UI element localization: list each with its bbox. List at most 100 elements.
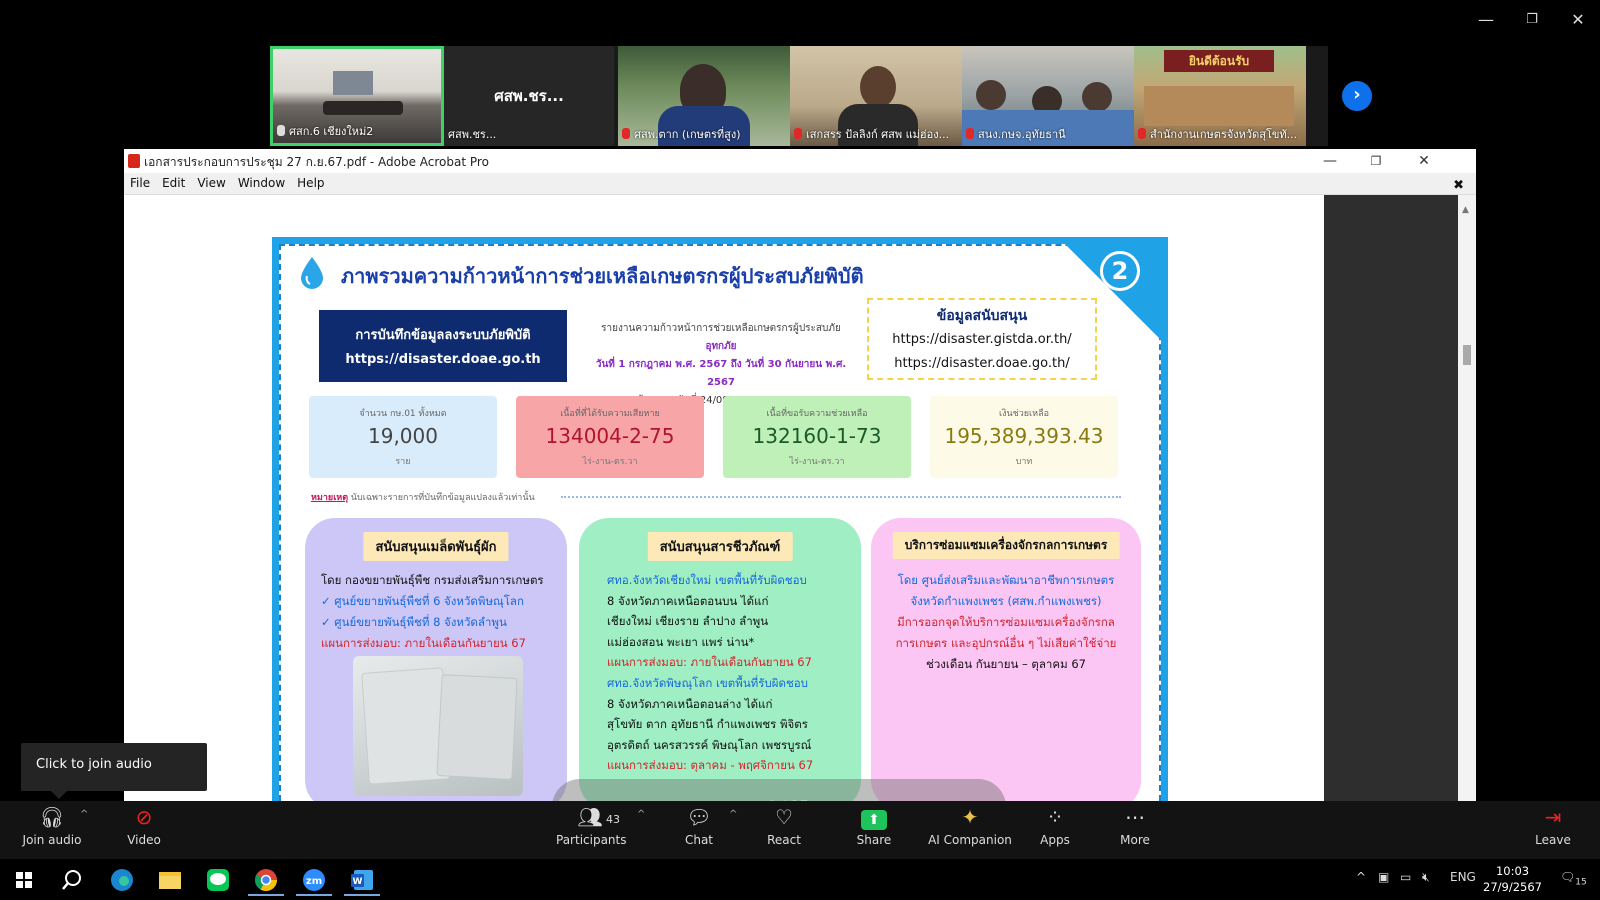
search-button[interactable] (54, 864, 90, 896)
card-line: แผนการส่งมอบ: ตุลาคม - พฤศจิกายน 67 (607, 758, 814, 773)
folder-icon (159, 872, 181, 889)
menu-edit[interactable]: Edit (156, 173, 191, 193)
camera-icon[interactable]: ▣ (1378, 870, 1389, 884)
seed-tray-image (353, 656, 523, 796)
menu-file[interactable]: File (124, 173, 156, 193)
stat-card: เงินช่วยเหลือ 195,389,393.43 บาท (930, 396, 1118, 478)
slide-title: ภาพรวมความก้าวหน้าการช่วยเหลือเกษตรกรผู้… (341, 264, 864, 288)
video-tile[interactable]: เสกสรร ปัลลิงก์ ศสพ แม่ฮ่อง... (790, 46, 962, 146)
note: หมายเหตุ นับเฉพาะรายการที่บันทึกข้อมูลแป… (311, 493, 535, 503)
vertical-scrollbar[interactable]: ▲ (1458, 195, 1476, 801)
mic-muted-icon (966, 128, 974, 139)
card-line: โดย กองขยายพันธุ์พืช กรมส่งเสริมการเกษตร (321, 573, 544, 587)
join-audio-button[interactable]: 🎧︎ Join audio (18, 801, 86, 859)
acrobat-restore-button[interactable]: ❐ (1356, 150, 1396, 172)
mic-icon (277, 125, 285, 136)
network-icon[interactable]: ▭ (1400, 870, 1411, 884)
start-button[interactable] (6, 864, 42, 896)
audio-options-caret[interactable]: ^ (80, 809, 88, 820)
next-page-button[interactable]: › (1342, 81, 1372, 111)
card-line: เชียงใหม่ เชียงราย ลำปาง ลำพูน (607, 614, 769, 629)
card-line: การเกษตร และอุปกรณ์อื่น ๆ ไม่เสียค่าใช้จ… (895, 636, 1117, 650)
more-button[interactable]: ⋯ More (1110, 801, 1160, 859)
chat-icon: 💬︎ (686, 805, 712, 829)
video-off-icon: ⊘ (135, 805, 153, 829)
side-pane (1324, 195, 1458, 801)
card-line: สุโขทัย ตาก อุทัยธานี กำแพงเพชร พิจิตร (607, 717, 808, 732)
video-tile[interactable]: ยินดีต้อนรับ สำนักงานเกษตรจังหวัดสุโขทั.… (1134, 46, 1306, 146)
notification-icon[interactable]: 🗨︎15 (1560, 870, 1587, 887)
card-line: ช่วงเดือน กันยายน – ตุลาคม 67 (926, 657, 1086, 671)
card-line: ศทอ.จังหวัดเชียงใหม่ เขตพื้นที่รับผิดชอบ (607, 573, 807, 587)
close-document-button[interactable]: ✖ (1447, 175, 1470, 196)
edge-icon (111, 869, 133, 891)
zoom-icon: zm (303, 869, 325, 891)
zoom-app[interactable]: zm (296, 864, 332, 896)
chat-button[interactable]: 💬︎ Chat (676, 801, 722, 859)
card-line: อุตรดิตถ์ นครสวรรค์ พิษณุโลก เพชรบูรณ์ (607, 737, 812, 752)
scroll-up-icon[interactable]: ▲ (1462, 205, 1469, 215)
menu-help[interactable]: Help (291, 173, 330, 193)
page-navigation-toolbar[interactable]: 9 / 37 (552, 779, 1006, 801)
document-view[interactable]: ภาพรวมความก้าวหน้าการช่วยเหลือเกษตรกรผู้… (124, 195, 1324, 801)
close-button[interactable]: ✕ (1558, 8, 1598, 32)
restore-button[interactable]: ❐ (1512, 8, 1552, 32)
stat-card: เนื้อที่ที่ได้รับความเสียหาย 134004-2-75… (516, 396, 704, 478)
menu-view[interactable]: View (191, 173, 231, 193)
word-icon: W (351, 870, 373, 890)
mic-muted-icon (622, 128, 630, 139)
word-app[interactable]: W (344, 864, 380, 896)
card-line: แผนการส่งมอบ: ภายในเดือนกันยายน 67 (321, 636, 526, 650)
react-button[interactable]: ♡ React (758, 801, 810, 859)
ai-companion-button[interactable]: ✦ AI Companion (926, 801, 1014, 859)
card-line: ✓ ศูนย์ขยายพันธุ์พืชที่ 6 จังหวัดพิษณุโล… (321, 594, 524, 608)
windows-taskbar: zm W ^ ▣ ▭ 🔇︎ ENG 10:03 27/9/2567 🗨︎15 (0, 859, 1600, 900)
menu-window[interactable]: Window (232, 173, 291, 193)
minimize-button[interactable]: — (1466, 8, 1506, 32)
acrobat-minimize-button[interactable]: — (1310, 150, 1350, 172)
svg-text:zm: zm (306, 876, 322, 887)
participants-button[interactable]: 👥︎ Participants (556, 801, 627, 859)
volume-muted-icon[interactable]: 🔇︎ (1422, 870, 1430, 885)
show-hidden-icons[interactable]: ^ (1356, 870, 1366, 884)
mic-muted-icon (1138, 128, 1146, 139)
video-tile[interactable]: สนง.กษจ.อุทัยธานี (962, 46, 1134, 146)
acrobat-close-button[interactable]: ✕ (1404, 150, 1444, 172)
participants-options-caret[interactable]: ^ (637, 809, 645, 820)
chrome-app[interactable] (248, 864, 284, 896)
line-app[interactable] (200, 864, 236, 896)
card-line: จังหวัดกำแพงเพชร (ศสพ.กำแพงเพชร) (910, 594, 1102, 608)
video-button[interactable]: ⊘ Video (116, 801, 172, 859)
apps-icon: ⁘ (1046, 805, 1064, 829)
share-screen-icon: ⬆ (861, 810, 887, 830)
stat-card: จำนวน กษ.01 ทั้งหมด 19,000 ราย (309, 396, 497, 478)
video-tile[interactable]: ศสก.6 เชียงใหม่2 (270, 46, 444, 146)
card-line: โดย ศูนย์ส่งเสริมและพัฒนาอาชีพการเกษตร (897, 573, 1115, 587)
line-icon (207, 869, 229, 891)
clock[interactable]: 10:03 27/9/2567 (1483, 863, 1542, 895)
card-line: ✓ ศูนย์ขยายพันธุ์พืชที่ 8 จังหวัดลำพูน (321, 615, 507, 629)
participant-count: 43 (606, 813, 620, 826)
share-button[interactable]: ⬆ Share (846, 801, 902, 859)
svg-text:W: W (353, 877, 363, 887)
chevron-right-icon: › (1353, 84, 1361, 105)
chat-options-caret[interactable]: ^ (729, 809, 737, 820)
card-line: 8 จังหวัดภาคเหนือตอนล่าง ได้แก่ (607, 696, 773, 711)
edge-app[interactable] (104, 864, 140, 896)
stat-card: เนื้อที่ขอรับความช่วยเหลือ 132160-1-73 ไ… (723, 396, 911, 478)
chrome-icon (255, 869, 277, 891)
video-tile[interactable]: ศสพ.ชร... ศสพ.ชร... (444, 46, 614, 146)
record-system-box: การบันทึกข้อมูลลงระบบภัยพิบัติ https://d… (319, 310, 567, 382)
leave-button[interactable]: ⇥ Leave (1530, 801, 1576, 859)
meeting-controls: 🎧︎ Join audio ^ ⊘ Video 👥︎ Participants 43 … (0, 801, 1600, 859)
card-line: แม่ฮ่องสอน พะเยา แพร่ น่าน* (607, 634, 755, 649)
video-gallery-strip: ศสก.6 เชียงใหม่2 ศสพ.ชร... ศสพ.ชร... ศสพ… (270, 46, 1328, 146)
language-indicator[interactable]: ENG (1450, 870, 1476, 884)
video-tile[interactable]: ศสพ.ตาก (เกษตรที่สูง) (618, 46, 790, 146)
headphones-icon: 🎧︎ (39, 805, 65, 829)
sparkle-icon: ✦ (961, 805, 979, 829)
scrollbar-thumb[interactable] (1463, 345, 1471, 365)
acrobat-menu-bar: File Edit View Window Help ✖ (124, 173, 1476, 195)
file-explorer-app[interactable] (152, 864, 188, 896)
apps-button[interactable]: ⁘ Apps (1030, 801, 1080, 859)
